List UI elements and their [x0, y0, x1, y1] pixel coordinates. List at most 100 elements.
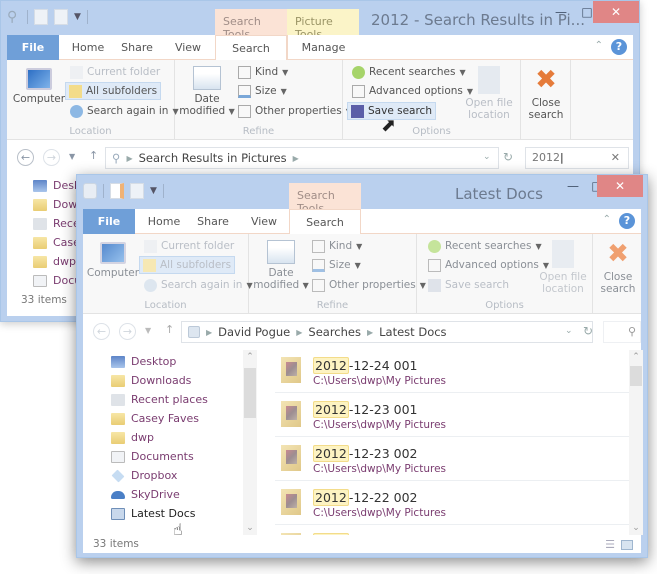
- address-bar[interactable]: ▶ David Pogue ▶ Searches ▶ Latest Docs: [181, 321, 593, 343]
- close-window-button[interactable]: ✕: [593, 1, 639, 23]
- search-again-in-button[interactable]: Search again in ▼: [141, 276, 256, 294]
- date-modified-button[interactable]: Date modified ▼: [253, 240, 309, 291]
- properties-icon[interactable]: [110, 183, 124, 199]
- tab-search[interactable]: Search: [215, 35, 287, 61]
- results-scrollbar[interactable]: ⌃ ⌄: [629, 350, 643, 535]
- tab-file[interactable]: File: [83, 209, 135, 234]
- nav-item-dwp[interactable]: dwp: [111, 428, 154, 447]
- recent-locations-icon[interactable]: ▼: [145, 326, 151, 335]
- new-folder-icon[interactable]: [130, 183, 144, 199]
- size-button[interactable]: Size ▼: [235, 82, 290, 100]
- tab-home[interactable]: Home: [139, 209, 189, 234]
- address-bar[interactable]: ⚲ ▶ Search Results in Pictures ▶: [105, 147, 499, 169]
- search-result-item[interactable]: 2012 -12-23 002 C:\Users\dwp\My Pictures: [275, 438, 631, 481]
- advanced-options-button[interactable]: Advanced options ▼: [425, 256, 552, 274]
- forward-button[interactable]: →: [119, 323, 136, 340]
- search-input[interactable]: ⚲: [603, 321, 641, 343]
- breadcrumb-david-pogue[interactable]: David Pogue: [218, 325, 290, 339]
- nav-pane-scrollbar[interactable]: ⌃ ⌄: [243, 350, 257, 535]
- clear-search-icon[interactable]: ✕: [611, 151, 620, 164]
- refresh-icon[interactable]: ↻: [503, 150, 513, 164]
- current-folder-button[interactable]: Current folder: [67, 63, 163, 81]
- help-icon[interactable]: ?: [611, 39, 627, 55]
- new-folder-icon[interactable]: [54, 9, 68, 25]
- breadcrumb-latest-docs[interactable]: Latest Docs: [379, 325, 446, 339]
- open-file-location-button[interactable]: Open file location: [535, 240, 591, 295]
- saved-search-icon[interactable]: [83, 183, 97, 199]
- back-button[interactable]: ←: [93, 323, 110, 340]
- customize-qat-icon[interactable]: ▼: [74, 12, 81, 22]
- search-result-item[interactable]: 2012 -12-23 001 C:\Users\dwp\My Pictures: [275, 394, 631, 437]
- tab-search[interactable]: Search: [289, 209, 361, 235]
- breadcrumb-chevron[interactable]: ▶: [293, 154, 299, 163]
- back-button[interactable]: ←: [17, 149, 34, 166]
- scroll-down-icon[interactable]: ⌄: [243, 523, 257, 533]
- nav-item-downloads[interactable]: Downloads: [111, 371, 191, 390]
- breadcrumb-chevron[interactable]: ▶: [367, 328, 373, 337]
- all-subfolders-button[interactable]: All subfolders: [139, 256, 236, 274]
- nav-item-recent-places[interactable]: Recent places: [111, 390, 208, 409]
- close-search-button[interactable]: ✖ Close search: [521, 66, 571, 121]
- recent-searches-button[interactable]: Recent searches ▼: [349, 63, 469, 81]
- scroll-thumb[interactable]: [244, 368, 256, 418]
- nav-item-documents[interactable]: Documents: [111, 447, 194, 466]
- up-button[interactable]: ↑: [89, 149, 98, 162]
- minimize-ribbon-icon[interactable]: ⌃: [595, 40, 603, 51]
- tab-home[interactable]: Home: [63, 35, 113, 60]
- minimize-ribbon-icon[interactable]: ⌃: [603, 214, 611, 225]
- close-window-button[interactable]: ✕: [597, 175, 643, 197]
- nav-item-casey-faves[interactable]: Casey Faves: [111, 409, 199, 428]
- address-dropdown-icon[interactable]: ⌄: [565, 326, 573, 336]
- large-icons-view-icon[interactable]: [621, 540, 633, 550]
- tab-manage[interactable]: Manage: [287, 35, 359, 60]
- minimize-button[interactable]: —: [561, 175, 585, 197]
- search-result-item[interactable]: 2012 -12-24 001 C:\Users\dwp\My Pictures: [275, 350, 631, 393]
- tab-view[interactable]: View: [239, 209, 289, 234]
- forward-button[interactable]: →: [43, 149, 60, 166]
- breadcrumb-searches[interactable]: Searches: [308, 325, 361, 339]
- details-view-icon[interactable]: ☰: [605, 538, 615, 551]
- size-button[interactable]: Size ▼: [309, 256, 364, 274]
- other-properties-button[interactable]: Other properties▼: [309, 276, 429, 294]
- refresh-icon[interactable]: ↻: [583, 324, 593, 338]
- nav-item-dwp[interactable]: dwp: [33, 252, 76, 271]
- computer-button[interactable]: Computer: [85, 240, 141, 279]
- recent-searches-button[interactable]: Recent searches ▼: [425, 237, 545, 255]
- scroll-up-icon[interactable]: ⌃: [243, 352, 257, 362]
- up-button[interactable]: ↑: [165, 323, 174, 336]
- breadcrumb-chevron[interactable]: ▶: [206, 328, 212, 337]
- date-modified-button[interactable]: Date modified ▼: [179, 66, 235, 117]
- save-search-button[interactable]: Save search: [425, 276, 512, 294]
- scroll-down-icon[interactable]: ⌄: [629, 523, 643, 533]
- nav-item-skydrive[interactable]: SkyDrive: [111, 485, 180, 504]
- minimize-button[interactable]: —: [549, 1, 573, 23]
- search-result-item[interactable]: 2012-12-22 001: [275, 526, 631, 535]
- nav-item-dropbox[interactable]: Dropbox: [111, 466, 177, 485]
- address-dropdown-icon[interactable]: ⌄: [483, 152, 491, 162]
- tab-file[interactable]: File: [7, 35, 59, 60]
- nav-item-latest-docs[interactable]: Latest Docs: [111, 504, 195, 523]
- kind-button[interactable]: Kind ▼: [235, 63, 291, 81]
- tab-share[interactable]: Share: [189, 209, 237, 234]
- other-properties-button[interactable]: Other properties▼: [235, 102, 355, 120]
- search-icon[interactable]: ⚲: [628, 325, 636, 338]
- recent-locations-icon[interactable]: ▼: [69, 152, 75, 161]
- advanced-options-button[interactable]: Advanced options ▼: [349, 82, 476, 100]
- all-subfolders-button[interactable]: All subfolders: [65, 82, 162, 100]
- search-again-in-button[interactable]: Search again in ▼: [67, 102, 182, 120]
- search-icon[interactable]: ⚲: [7, 9, 21, 25]
- scroll-up-icon[interactable]: ⌃: [629, 352, 643, 362]
- nav-item-desktop[interactable]: Desktop: [111, 352, 176, 371]
- open-file-location-button[interactable]: Open file location: [461, 66, 517, 121]
- breadcrumb-chevron[interactable]: ▶: [296, 328, 302, 337]
- search-result-item[interactable]: 2012 -12-22 002 C:\Users\dwp\My Pictures: [275, 482, 631, 525]
- current-folder-button[interactable]: Current folder: [141, 237, 237, 255]
- help-icon[interactable]: ?: [619, 213, 635, 229]
- breadcrumb-search-results[interactable]: Search Results in Pictures: [139, 151, 287, 165]
- tab-view[interactable]: View: [163, 35, 213, 60]
- properties-icon[interactable]: [34, 9, 48, 25]
- kind-button[interactable]: Kind ▼: [309, 237, 365, 255]
- breadcrumb-chevron[interactable]: ▶: [126, 154, 132, 163]
- tab-share[interactable]: Share: [113, 35, 161, 60]
- customize-qat-icon[interactable]: ▼: [150, 186, 157, 196]
